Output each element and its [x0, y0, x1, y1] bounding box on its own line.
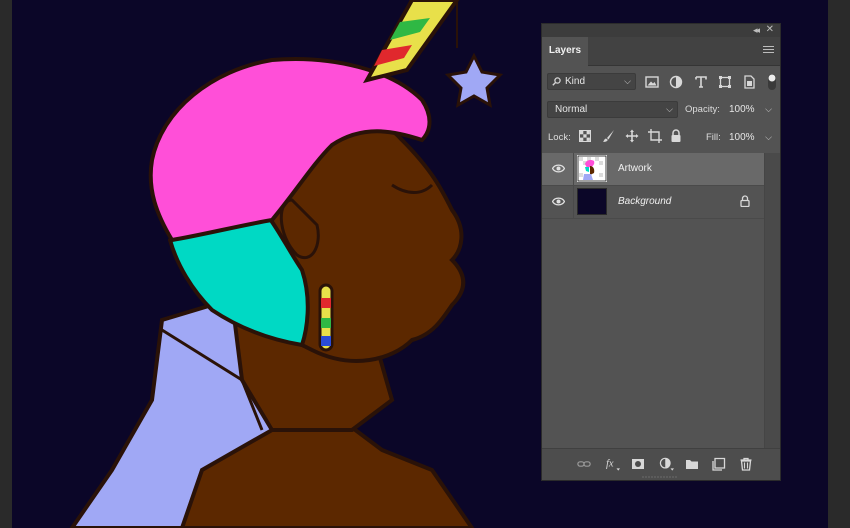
visibility-eye-icon[interactable] [552, 163, 565, 174]
visibility-eye-icon[interactable] [552, 196, 565, 207]
tab-layers[interactable]: Layers [542, 37, 588, 66]
chevron-down-icon: ⌵ [666, 104, 673, 114]
blend-mode-select[interactable]: Normal ⌵ [547, 101, 678, 118]
close-icon[interactable]: ✕ [766, 24, 774, 35]
type-filter-icon[interactable] [694, 75, 708, 89]
fill-field[interactable]: 100% ⌵ [724, 129, 777, 146]
layer-thumbnail-background[interactable] [577, 188, 607, 215]
lock-artboard-icon[interactable] [648, 129, 662, 143]
divider [573, 186, 574, 218]
layers-panel: ◂◂ ✕ Layers Kind ⌵ Normal ⌵ Opacity: 100… [541, 23, 781, 481]
new-group-icon[interactable] [685, 457, 699, 471]
filter-kind-select[interactable]: Kind ⌵ [547, 73, 636, 90]
adjustment-layer-icon[interactable] [658, 457, 676, 471]
filter-row: Kind ⌵ [542, 73, 780, 91]
filter-kind-value: Kind [565, 76, 586, 87]
opacity-field[interactable]: 100% ⌵ [724, 101, 777, 118]
fill-label: Fill: [706, 132, 721, 143]
layers-list: Artwork Background [542, 153, 765, 450]
opacity-value: 100% [729, 104, 755, 115]
new-layer-icon[interactable] [712, 457, 726, 471]
filter-toggle[interactable] [767, 73, 777, 91]
fill-value: 100% [729, 132, 755, 143]
layer-row-background[interactable]: Background [542, 186, 765, 219]
lock-all-icon[interactable] [670, 129, 682, 143]
divider [573, 153, 574, 185]
blend-mode-value: Normal [555, 104, 588, 115]
search-icon [552, 77, 561, 86]
chevron-down-icon: ⌵ [624, 76, 631, 86]
collapse-panel-icon[interactable]: ◂◂ [753, 25, 760, 36]
shape-filter-icon[interactable] [718, 75, 732, 89]
panel-tab-row: Layers [542, 37, 780, 66]
panel-titlebar: ◂◂ ✕ [542, 24, 780, 37]
lock-image-pixels-icon[interactable] [602, 129, 616, 143]
svg-text:fx: fx [606, 459, 614, 470]
lock-position-icon[interactable] [625, 129, 639, 143]
chevron-down-icon: ⌵ [765, 132, 772, 142]
adjustment-filter-icon[interactable] [669, 75, 683, 89]
opacity-label: Opacity: [685, 104, 720, 115]
layer-row-artwork[interactable]: Artwork [542, 153, 765, 186]
layer-thumbnail-artwork[interactable] [577, 155, 607, 182]
blend-row: Normal ⌵ Opacity: 100% ⌵ [542, 101, 780, 119]
layer-name-background[interactable]: Background [618, 196, 671, 207]
layer-name-artwork[interactable]: Artwork [618, 163, 652, 174]
trash-icon[interactable] [739, 457, 753, 471]
resize-grip[interactable] [642, 476, 678, 479]
layers-scrollbar[interactable] [764, 153, 780, 450]
panel-menu-icon[interactable] [763, 46, 774, 55]
layer-lock-icon [740, 195, 750, 207]
fx-icon[interactable]: fx [604, 457, 622, 471]
lock-label: Lock: [548, 132, 571, 143]
lock-row: Lock: Fill: 100% ⌵ [542, 129, 780, 147]
add-mask-icon[interactable] [631, 457, 645, 471]
smart-object-filter-icon[interactable] [742, 75, 756, 89]
image-filter-icon[interactable] [645, 75, 659, 89]
lock-transparency-icon[interactable] [579, 130, 591, 142]
chevron-down-icon: ⌵ [765, 104, 772, 114]
link-layers-icon[interactable] [577, 457, 591, 471]
